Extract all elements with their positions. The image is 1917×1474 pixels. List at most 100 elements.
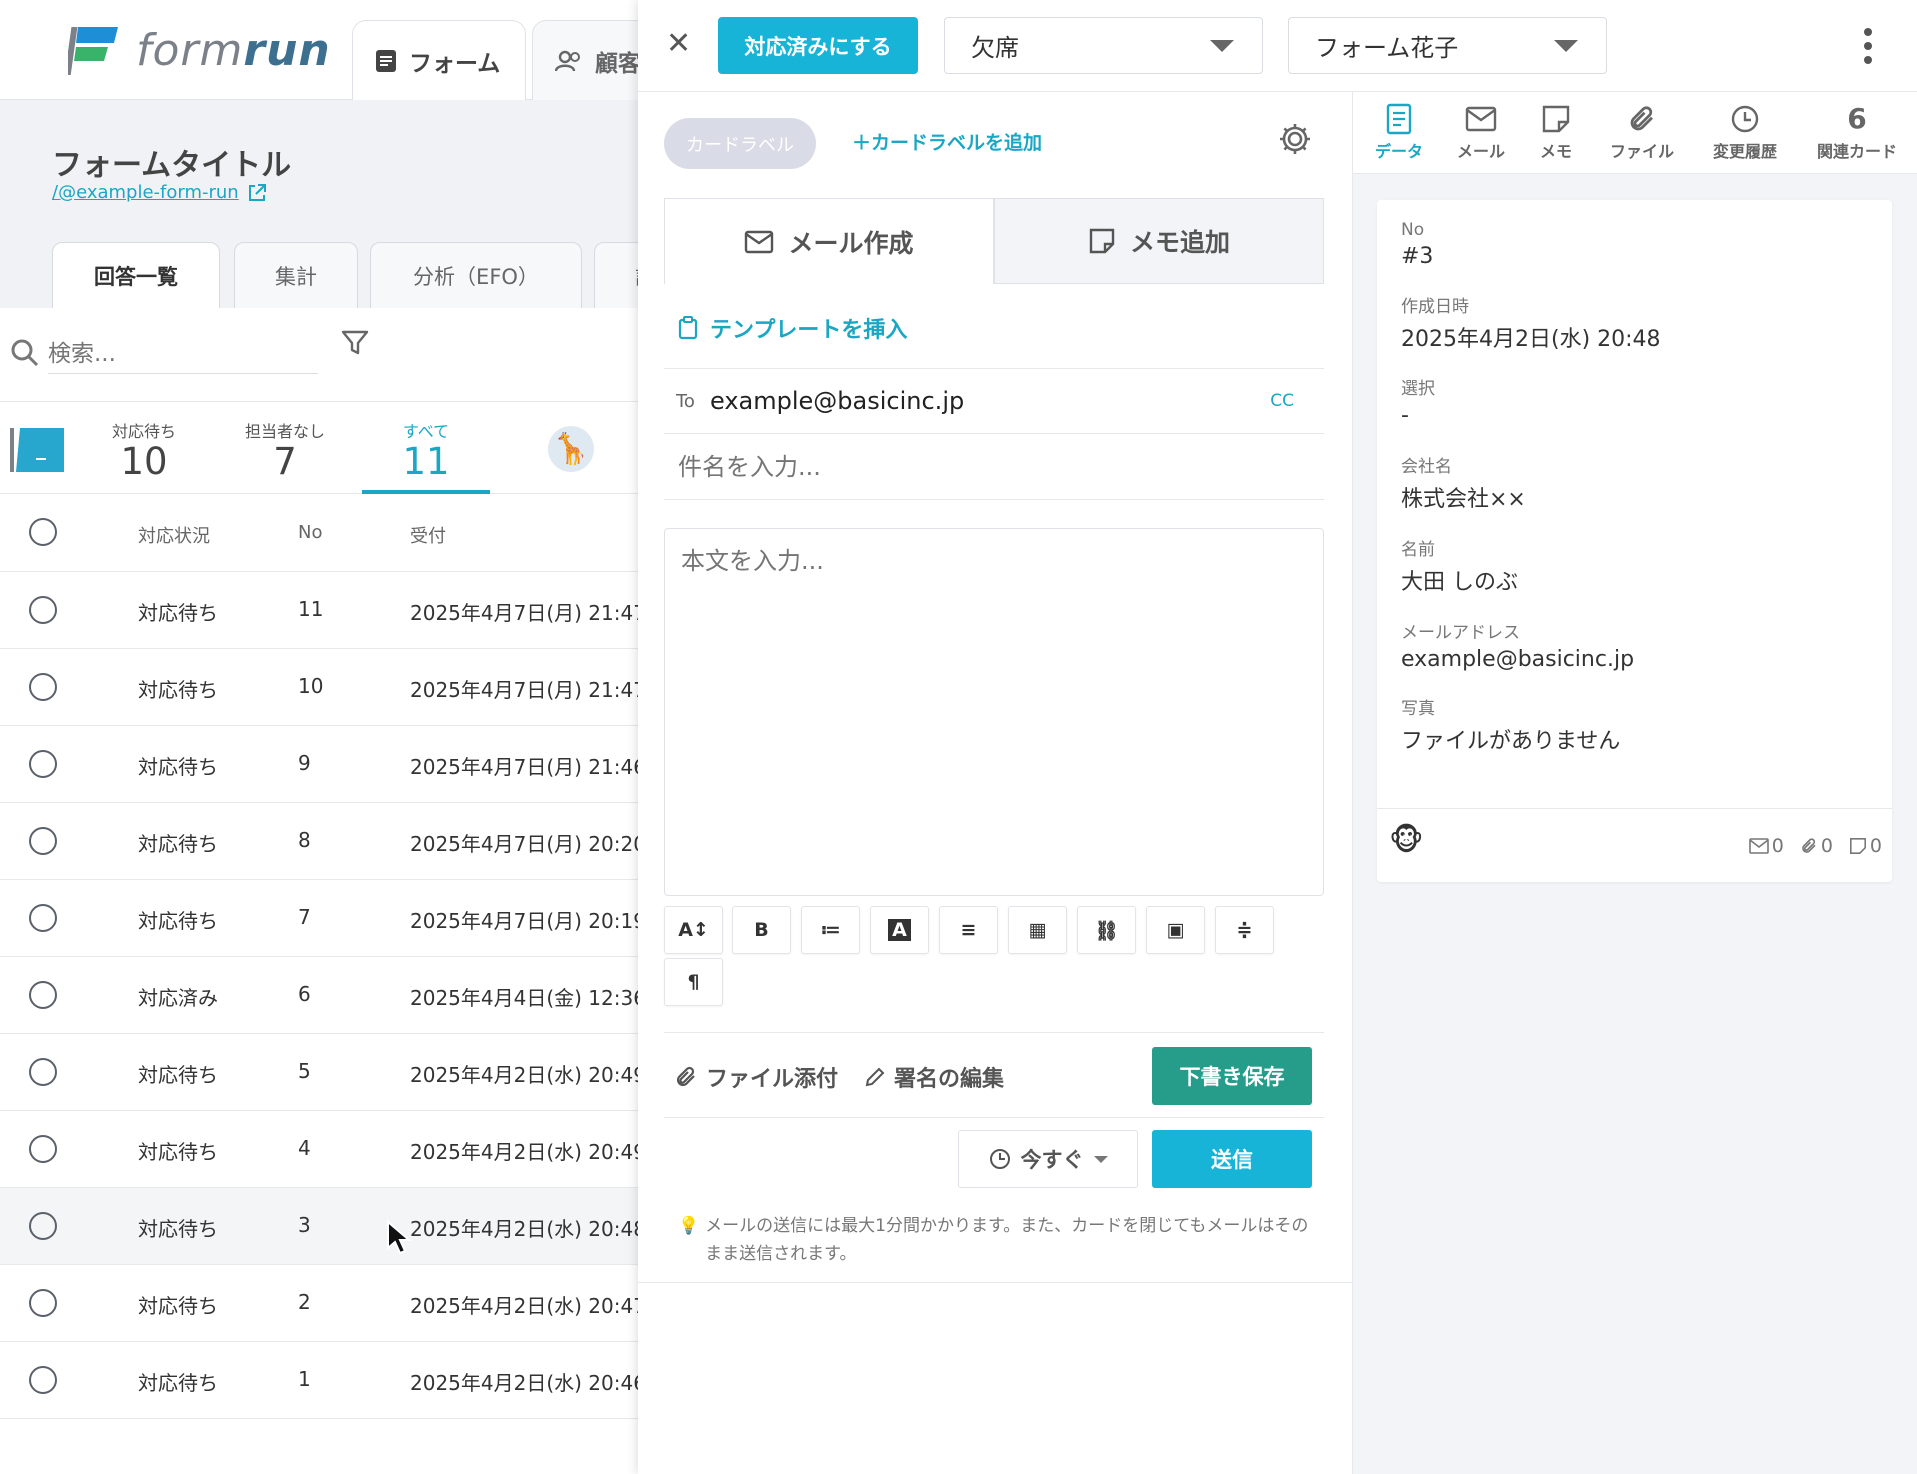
folder-icon[interactable] <box>6 424 66 476</box>
tab-add-memo[interactable]: メモ追加 <box>994 198 1324 284</box>
field-value: 株式会社×× <box>1401 487 1526 512</box>
row-date: 2025年4月7日(月) 21:46 <box>410 755 640 779</box>
filter-unassigned-label: 担当者なし <box>244 422 325 441</box>
table-row[interactable]: 対応待ち 2 2025年4月2日(水) 20:47 <box>0 1265 640 1342</box>
tab-settings[interactable]: 設 <box>594 242 640 308</box>
paragraph-tool[interactable]: ¶ <box>664 958 723 1006</box>
tab-compose-mail[interactable]: メール作成 <box>664 198 994 284</box>
table-row-selected[interactable]: 対応待ち 3 2025年4月2日(水) 20:48 <box>0 1188 640 1265</box>
align-tool[interactable]: ≡ <box>939 906 998 954</box>
chevron-down-icon <box>1554 40 1578 52</box>
horizontal-rule-tool[interactable]: ≑ <box>1215 906 1274 954</box>
activity-counts: 0 0 0 <box>1748 835 1882 857</box>
row-radio[interactable] <box>29 750 57 778</box>
field-label: No <box>1401 220 1425 240</box>
users-icon <box>555 50 583 72</box>
list-tool[interactable]: ≔ <box>801 906 860 954</box>
tab-analysis[interactable]: 分析（EFO） <box>370 242 582 308</box>
tab-memo[interactable]: メモ <box>1531 100 1581 162</box>
select-all-radio[interactable] <box>29 518 57 546</box>
link-tool[interactable]: ⛓ <box>1077 906 1136 954</box>
table-row[interactable]: 対応待ち 11 2025年4月7日(月) 21:47 <box>0 572 640 649</box>
bold-tool[interactable]: B <box>732 906 791 954</box>
field-company: 会社名 株式会社×× <box>1401 452 1526 513</box>
add-card-label-button[interactable]: ＋カードラベルを追加 <box>852 128 1042 155</box>
attach-file-button[interactable]: ファイル添付 <box>674 1061 838 1093</box>
tab-related-cards[interactable]: 6 関連カード <box>1805 100 1909 162</box>
assignee-select[interactable]: フォーム花子 <box>1288 17 1607 74</box>
filter-icon[interactable] <box>340 328 370 358</box>
row-radio[interactable] <box>29 827 57 855</box>
image-tool[interactable]: ▣ <box>1146 906 1205 954</box>
send-button[interactable]: 送信 <box>1152 1130 1312 1188</box>
row-radio[interactable] <box>29 904 57 932</box>
row-status: 対応待ち <box>138 909 218 933</box>
mark-done-button[interactable]: 対応済みにする <box>718 17 918 74</box>
tab-summary[interactable]: 集計 <box>234 242 358 308</box>
table-tool[interactable]: ▦ <box>1008 906 1067 954</box>
text-color-tool[interactable]: A <box>870 906 929 954</box>
row-radio[interactable] <box>29 1289 57 1317</box>
header-no[interactable]: No <box>298 522 322 543</box>
field-photo: 写真 ファイルがありません <box>1401 694 1620 755</box>
insert-template-button[interactable]: テンプレートを挿入 <box>678 312 907 344</box>
row-date: 2025年4月2日(水) 20:46 <box>410 1371 640 1395</box>
tab-responses[interactable]: 回答一覧 <box>52 242 220 309</box>
status-select[interactable]: 欠席 <box>944 17 1263 74</box>
response-table-body: 対応待ち 11 2025年4月7日(月) 21:47 対応待ち 10 2025年4月7日… <box>0 572 640 1419</box>
field-value: 2025年4月2日(水) 20:48 <box>1401 327 1661 352</box>
tab-mail[interactable]: メール <box>1451 100 1511 162</box>
giraffe-avatar[interactable]: 🦒 <box>548 426 594 472</box>
row-no: 9 <box>298 751 311 775</box>
table-row[interactable]: 対応待ち 9 2025年4月7日(月) 21:46 <box>0 726 640 803</box>
search-input[interactable] <box>48 334 318 374</box>
tab-file[interactable]: ファイル <box>1603 100 1681 162</box>
font-size-tool[interactable]: A↕ <box>664 906 723 954</box>
save-draft-button[interactable]: 下書き保存 <box>1152 1047 1312 1105</box>
filter-all[interactable]: すべて 11 <box>392 418 460 482</box>
header-status[interactable]: 対応状況 <box>138 522 210 548</box>
row-radio[interactable] <box>29 1135 57 1163</box>
tab-data[interactable]: データ <box>1369 100 1429 162</box>
subject-input[interactable] <box>664 434 1324 500</box>
more-vertical-icon[interactable] <box>1860 26 1876 66</box>
row-radio[interactable] <box>29 1212 57 1240</box>
form-public-link[interactable]: /@example-form-run <box>52 182 267 203</box>
table-row[interactable]: 対応待ち 4 2025年4月2日(水) 20:49 <box>0 1111 640 1188</box>
tab-history-label: 変更履歴 <box>1712 142 1777 161</box>
monkey-avatar[interactable]: 🐵 <box>1389 823 1424 858</box>
search-bar <box>0 308 640 402</box>
cc-button[interactable]: CC <box>1270 391 1294 411</box>
table-row[interactable]: 対応待ち 1 2025年4月2日(水) 20:46 <box>0 1342 640 1419</box>
table-row[interactable]: 対応待ち 5 2025年4月2日(水) 20:49 <box>0 1034 640 1111</box>
row-radio[interactable] <box>29 1366 57 1394</box>
row-no: 7 <box>298 905 311 929</box>
row-radio[interactable] <box>29 1058 57 1086</box>
table-row[interactable]: 対応済み 6 2025年4月4日(金) 12:36 <box>0 957 640 1034</box>
field-label: 名前 <box>1401 540 1435 560</box>
table-row[interactable]: 対応待ち 10 2025年4月7日(月) 21:47 <box>0 649 640 726</box>
table-row[interactable]: 対応待ち 8 2025年4月7日(月) 20:20 <box>0 803 640 880</box>
gear-icon[interactable] <box>1278 122 1312 156</box>
card-label-pill[interactable]: カードラベル <box>664 118 816 169</box>
pencil-icon <box>865 1067 885 1087</box>
filter-unassigned[interactable]: 担当者なし 7 <box>240 418 330 482</box>
close-icon[interactable]: ✕ <box>666 26 691 61</box>
filter-pending[interactable]: 対応待ち 10 <box>108 418 180 482</box>
to-field[interactable]: To example@basicinc.jp CC <box>664 368 1324 434</box>
row-status: 対応待ち <box>138 1294 218 1318</box>
row-radio[interactable] <box>29 673 57 701</box>
body-textarea[interactable] <box>664 528 1324 896</box>
table-row[interactable]: 対応待ち 7 2025年4月7日(月) 20:19 <box>0 880 640 957</box>
edit-signature-button[interactable]: 署名の編集 <box>864 1061 1004 1093</box>
nav-tab-form[interactable]: フォーム <box>352 20 526 101</box>
tab-file-label: ファイル <box>1609 142 1674 161</box>
nav-tab-customer[interactable]: 顧客 <box>532 20 640 101</box>
send-timing-select[interactable]: 今すぐ <box>958 1130 1138 1188</box>
formrun-logo[interactable]: formrun <box>68 22 331 78</box>
tab-history[interactable]: 変更履歴 <box>1699 100 1791 162</box>
row-radio[interactable] <box>29 981 57 1009</box>
row-radio[interactable] <box>29 596 57 624</box>
tab-add-memo-label: メモ追加 <box>1129 228 1230 257</box>
header-received[interactable]: 受付 <box>410 522 446 548</box>
